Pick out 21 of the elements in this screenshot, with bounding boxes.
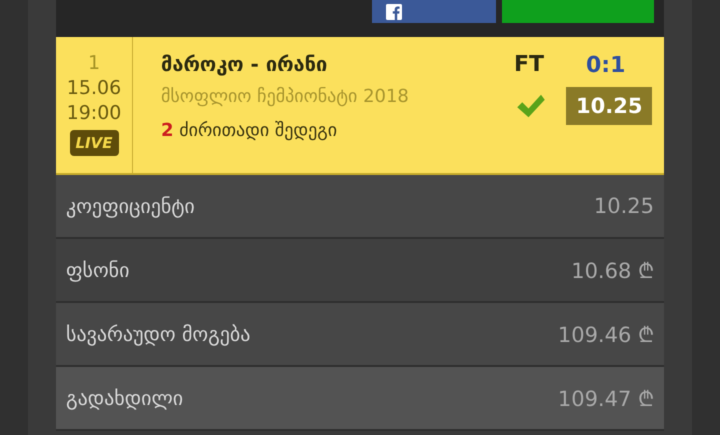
event-number: 1 xyxy=(88,51,100,76)
detail-value: 10.68 ₾ xyxy=(571,258,654,284)
detail-value: 109.47 ₾ xyxy=(558,386,654,412)
detail-label: ფსონი xyxy=(66,258,130,282)
pick-label: ძირითადი შედეგი xyxy=(178,120,338,141)
detail-label: სავარაუდო მოგება xyxy=(66,322,250,346)
pick-number: 2 xyxy=(161,120,174,141)
facebook-icon xyxy=(384,4,404,20)
match-status: FT xyxy=(514,51,546,79)
share-button[interactable] xyxy=(372,0,496,23)
odds-value: 10.25 xyxy=(566,87,652,125)
detail-value: 109.46 ₾ xyxy=(558,322,654,348)
match-score: 0:1 xyxy=(586,52,626,78)
tournament-name: მსოფლიო ჩემპიონატი 2018 xyxy=(161,85,410,109)
detail-value: 10.25 xyxy=(594,194,654,218)
detail-label: გადახდილი xyxy=(66,386,184,410)
match-title: მაროკო - ირანი xyxy=(161,51,328,78)
live-badge: LIVE xyxy=(70,130,118,156)
event-time: 19:00 xyxy=(66,101,122,126)
detail-label: კოეფიციენტი xyxy=(66,194,195,218)
event-date: 15.06 xyxy=(66,76,122,101)
